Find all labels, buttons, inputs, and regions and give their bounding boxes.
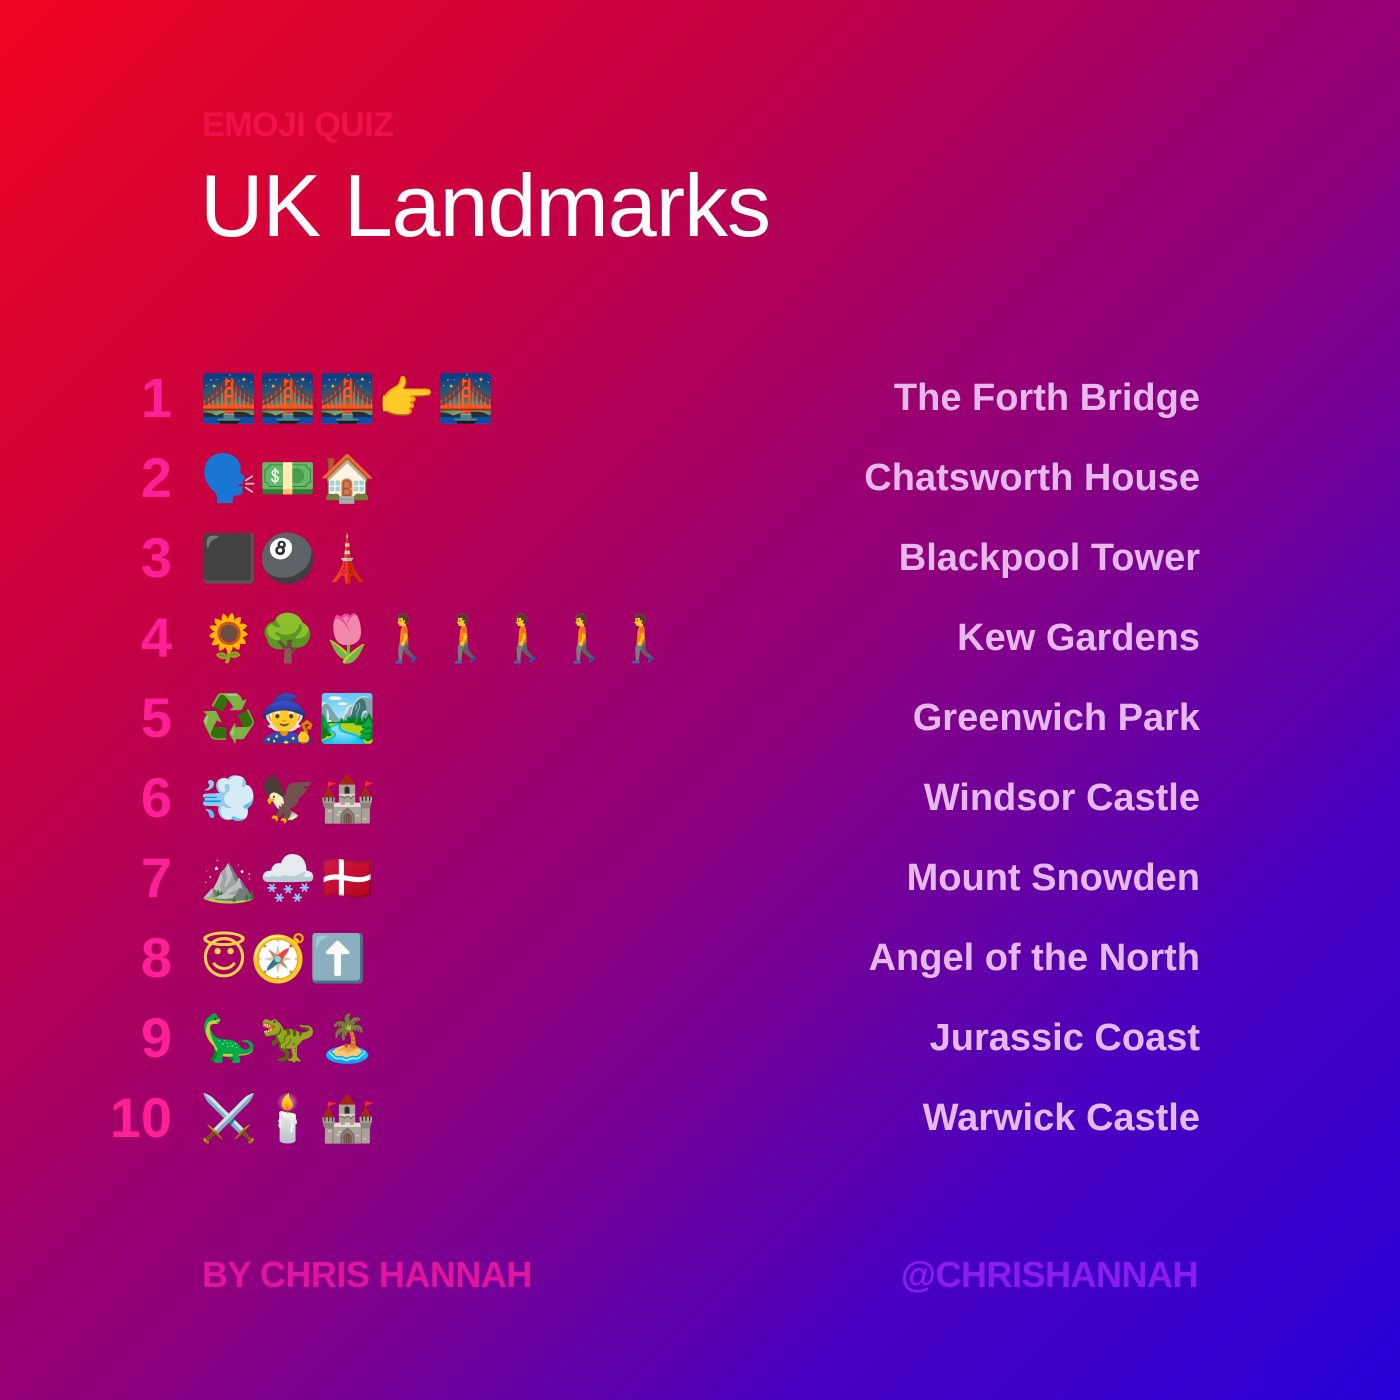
quiz-number: 1 — [140, 366, 172, 429]
quiz-answer: Windsor Castle — [923, 777, 1200, 819]
quiz-row: 9 🦕🦖🏝️ Jurassic Coast — [0, 1000, 1400, 1080]
emoji-clue: ⬛🎱🗼 — [200, 531, 378, 585]
emoji-clue: 🗣️💵🏠 — [200, 451, 378, 505]
quiz-row: 3 ⬛🎱🗼 Blackpool Tower — [0, 520, 1400, 600]
quiz-row: 2 🗣️💵🏠 Chatsworth House — [0, 440, 1400, 520]
quiz-row: 4 🌻🌳🌷🚶🚶🚶🚶🚶 Kew Gardens — [0, 600, 1400, 680]
quiz-number: 2 — [140, 446, 172, 509]
emoji-clue: 💨🦅🏰 — [200, 771, 378, 825]
author-handle: @CHRISHANNAH — [900, 1254, 1199, 1295]
author-byline: BY CHRIS HANNAH — [202, 1254, 532, 1295]
quiz-row: 6 💨🦅🏰 Windsor Castle — [0, 760, 1400, 840]
emoji-clue: 🌻🌳🌷🚶🚶🚶🚶🚶 — [200, 611, 675, 665]
emoji-clue: 🦕🦖🏝️ — [200, 1011, 378, 1065]
quiz-answer: Kew Gardens — [957, 617, 1200, 659]
quiz-answer: Mount Snowden — [906, 857, 1200, 899]
emoji-clue: ⚔️🕯️🏰 — [200, 1091, 378, 1145]
quiz-answer: Blackpool Tower — [898, 537, 1200, 579]
quiz-answer: The Forth Bridge — [893, 377, 1200, 419]
emoji-clue: 😇🧭⬆️ — [200, 931, 369, 985]
emoji-clue: ⛰️🌨️🇩🇰 — [200, 851, 378, 905]
quiz-number: 5 — [140, 686, 172, 749]
quiz-row: 1 🌉🌉🌉👉🌉 The Forth Bridge — [0, 360, 1400, 440]
quiz-answer: Warwick Castle — [922, 1097, 1200, 1139]
quiz-number: 10 — [109, 1086, 172, 1149]
page-title: UK Landmarks — [200, 156, 771, 255]
quiz-number: 7 — [140, 846, 172, 909]
emoji-clue: ♻️🧙🏞️ — [200, 691, 378, 745]
quiz-number: 8 — [140, 926, 172, 989]
quiz-number: 4 — [140, 606, 172, 669]
quiz-row: 7 ⛰️🌨️🇩🇰 Mount Snowden — [0, 840, 1400, 920]
quiz-row: 10 ⚔️🕯️🏰 Warwick Castle — [0, 1080, 1400, 1160]
quiz-answer: Greenwich Park — [912, 697, 1200, 739]
quiz-answer: Jurassic Coast — [929, 1017, 1200, 1059]
quiz-answer: Angel of the North — [868, 937, 1200, 979]
quiz-row: 5 ♻️🧙🏞️ Greenwich Park — [0, 680, 1400, 760]
quiz-eyebrow: EMOJI QUIZ — [202, 106, 394, 144]
emoji-clue: 🌉🌉🌉👉🌉 — [200, 371, 497, 425]
quiz-answer: Chatsworth House — [864, 457, 1200, 499]
quiz-row: 8 😇🧭⬆️ Angel of the North — [0, 920, 1400, 1000]
quiz-number: 6 — [140, 766, 172, 829]
quiz-number: 9 — [140, 1006, 172, 1069]
quiz-number: 3 — [140, 526, 172, 589]
